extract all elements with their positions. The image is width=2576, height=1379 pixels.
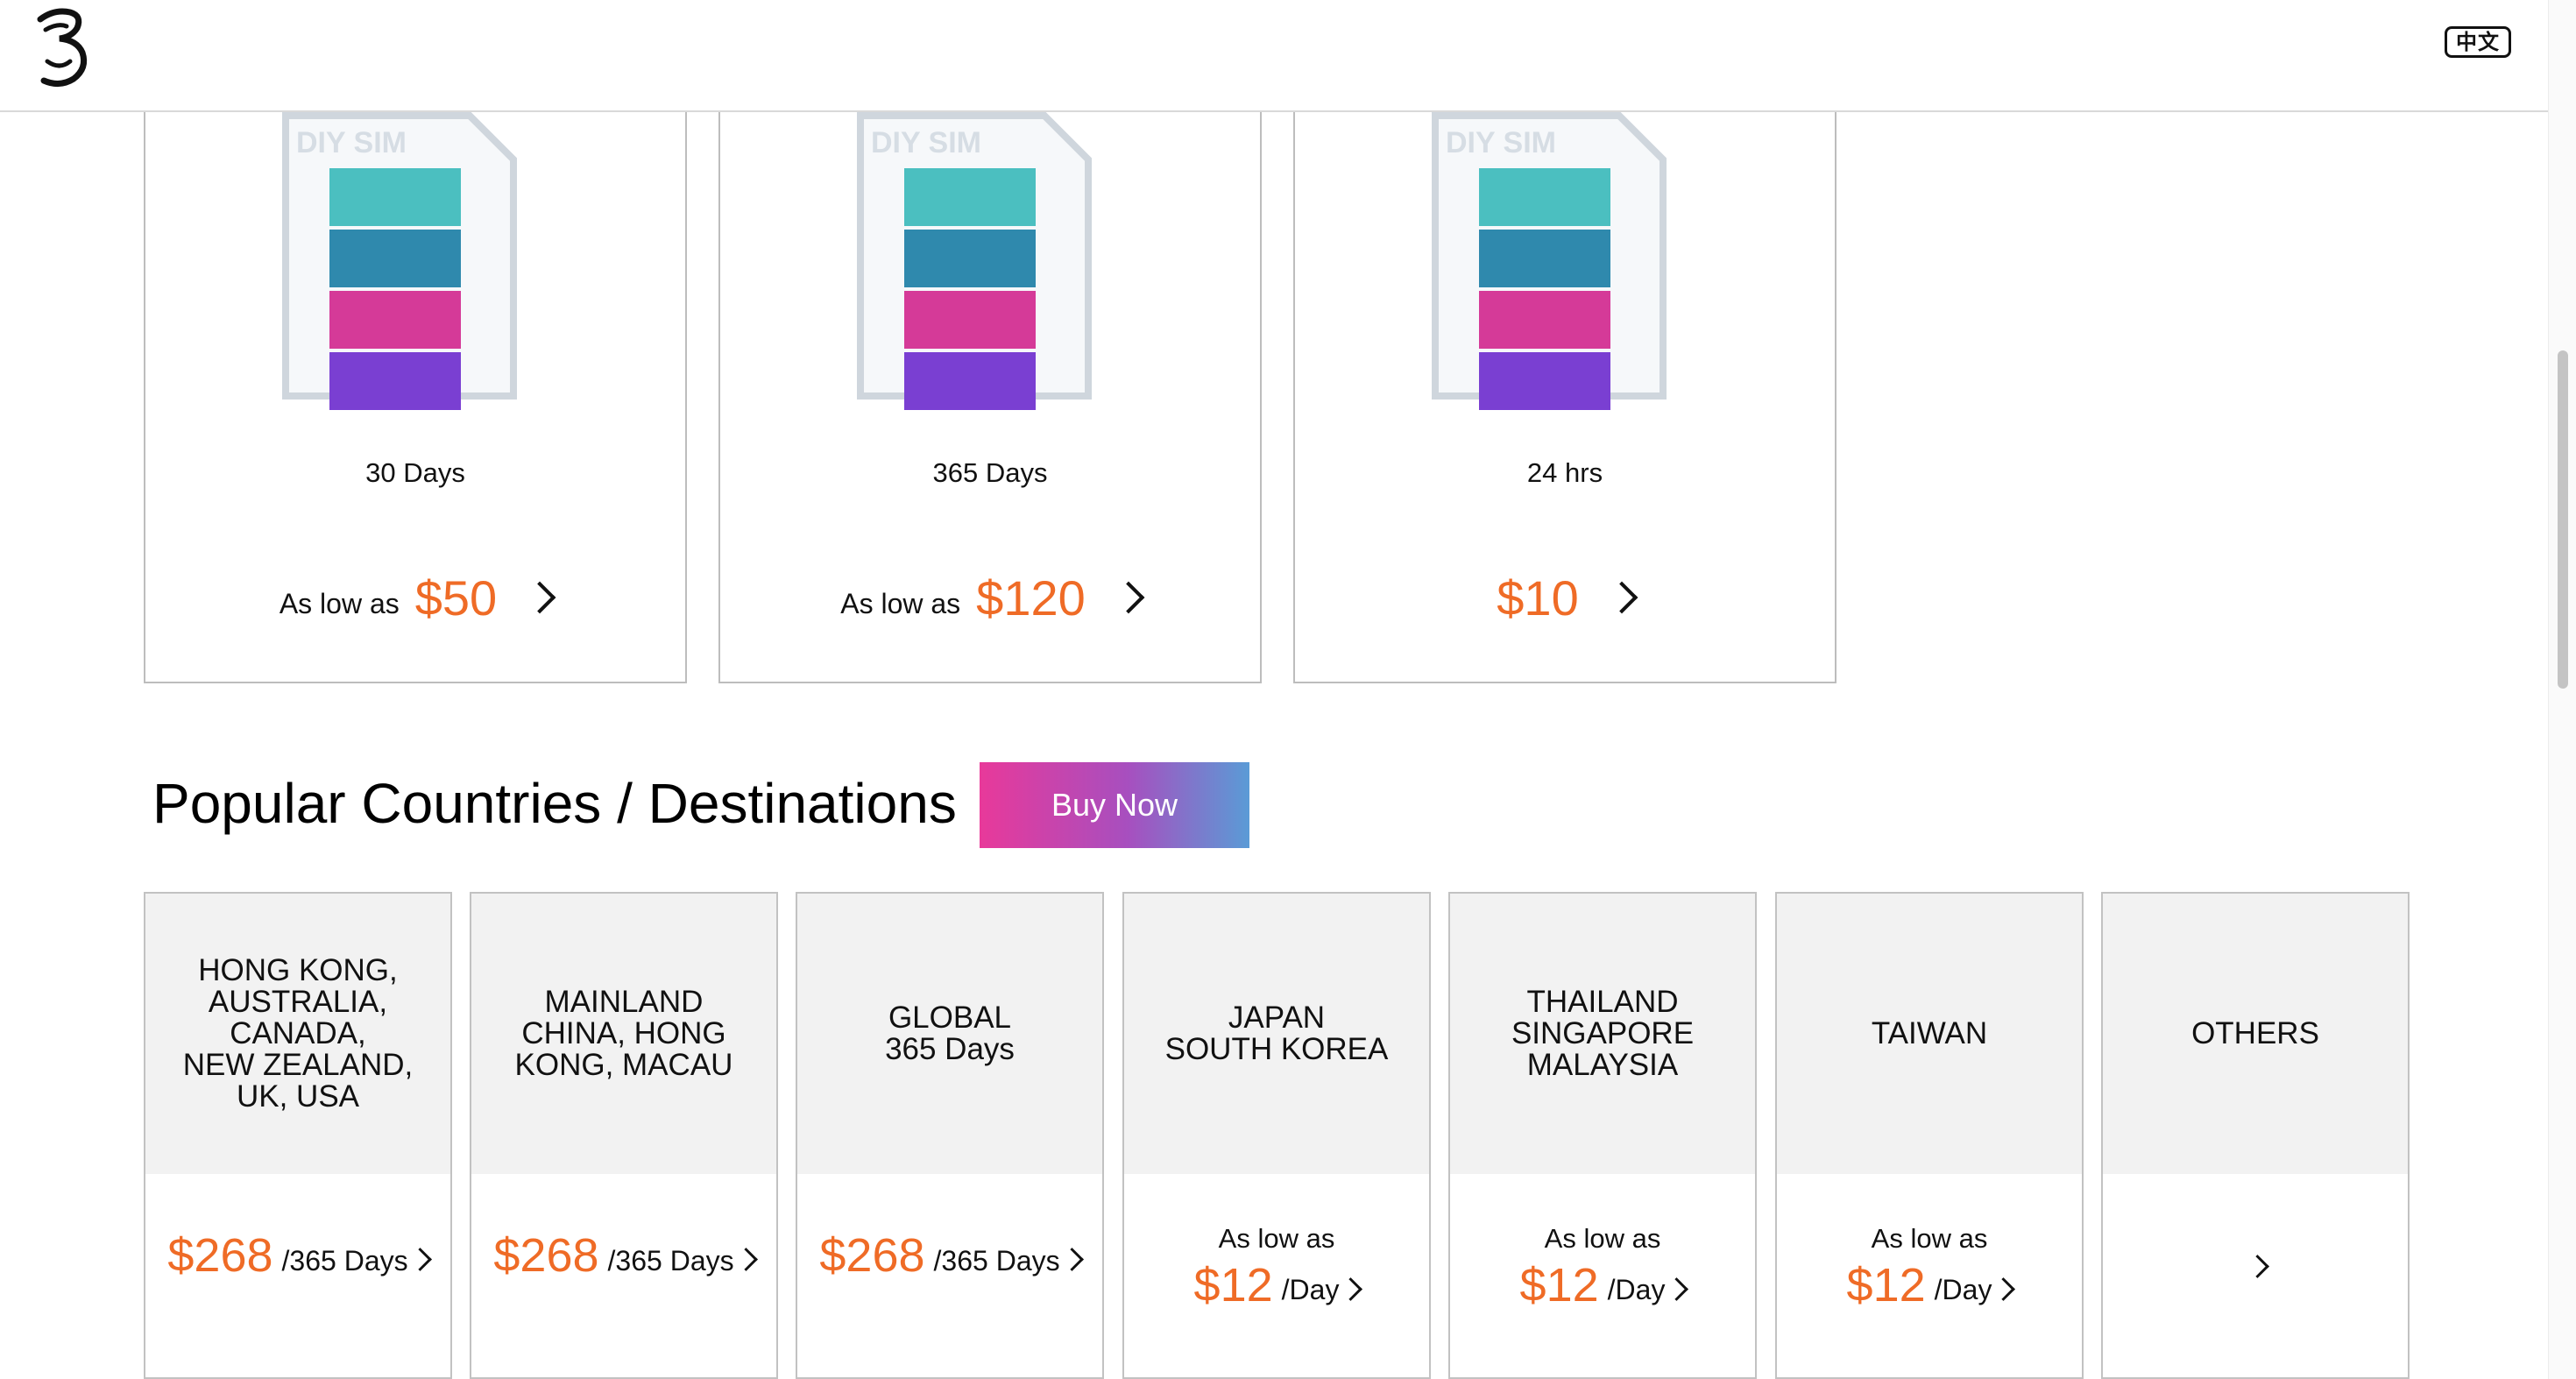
destination-price: $12	[1519, 1259, 1599, 1312]
plan-card-365-days[interactable]: DIY SIM 365 Days As low as $120	[718, 70, 1262, 683]
language-toggle-button[interactable]: 中文	[2445, 26, 2511, 58]
chevron-right-icon[interactable]	[523, 581, 556, 614]
chevron-right-icon[interactable]	[1605, 581, 1638, 614]
diy-sim-image: DIY SIM	[1432, 112, 1667, 410]
destination-name: TAIWAN	[1777, 894, 2082, 1174]
price-unit: /365 Days	[933, 1244, 1060, 1276]
destination-card-taiwan[interactable]: TAIWAN As low as $12 /Day	[1775, 892, 2084, 1379]
scrollbar-thumb[interactable]	[2558, 350, 2568, 689]
page-scrollbar[interactable]	[2548, 0, 2576, 1379]
destination-price: $12	[1193, 1259, 1273, 1312]
as-low-as-label: As low as	[1218, 1223, 1335, 1254]
chevron-right-icon[interactable]	[1992, 1276, 2016, 1301]
destination-name: THAILAND SINGAPORE MALAYSIA	[1450, 894, 1755, 1174]
plan-duration: 30 Days	[365, 457, 465, 488]
destination-name: MAINLAND CHINA, HONG KONG, MACAU	[471, 894, 776, 1174]
svg-text:DIY SIM: DIY SIM	[296, 126, 407, 159]
destination-name: OTHERS	[2103, 894, 2408, 1174]
plan-card-30-days[interactable]: DIY SIM 30 Days As low as $50	[144, 70, 687, 683]
chevron-right-icon[interactable]	[1665, 1276, 1689, 1301]
destination-price-row[interactable]: $268 /365 Days	[471, 1228, 776, 1283]
plan-card-24-hrs[interactable]: DIY SIM 24 hrs $10	[1293, 70, 1836, 683]
destination-card-others[interactable]: OTHERS	[2101, 892, 2410, 1379]
site-header: 中文	[0, 0, 2548, 112]
destination-price: $12	[1846, 1259, 1926, 1312]
plan-duration: 24 hrs	[1526, 457, 1603, 488]
destination-price-row[interactable]: $268 /365 Days	[797, 1228, 1102, 1283]
chevron-right-icon[interactable]	[2245, 1255, 2269, 1278]
destination-price: $268	[167, 1229, 273, 1282]
as-low-as-label: As low as	[279, 587, 400, 619]
destination-price-row[interactable]: As low as $12 /Day	[1450, 1223, 1755, 1312]
destination-card-thailand-singapore-malaysia[interactable]: THAILAND SINGAPORE MALAYSIA As low as $1…	[1448, 892, 1757, 1379]
price-unit: /Day	[1934, 1273, 1992, 1305]
chevron-right-icon[interactable]	[733, 1247, 758, 1271]
as-low-as-label: As low as	[1544, 1223, 1661, 1254]
chevron-right-icon[interactable]	[1339, 1276, 1363, 1301]
diy-sim-image: DIY SIM	[857, 112, 1092, 410]
destination-price-row[interactable]: $268 /365 Days	[145, 1228, 450, 1283]
price-unit: /365 Days	[281, 1244, 408, 1276]
plan-price: $120	[976, 569, 1086, 626]
destination-price-row[interactable]: As low as $12 /Day	[1777, 1223, 2082, 1312]
svg-text:DIY SIM: DIY SIM	[871, 126, 981, 159]
chevron-right-icon[interactable]	[407, 1247, 432, 1271]
chevron-right-icon[interactable]	[1112, 581, 1145, 614]
destination-name: JAPAN SOUTH KOREA	[1124, 894, 1429, 1174]
plan-price-row[interactable]: As low as $50	[145, 562, 685, 633]
as-low-as-label: As low as	[1871, 1223, 1988, 1254]
plan-price-row[interactable]: As low as $120	[720, 562, 1260, 633]
three-logo-icon[interactable]	[28, 4, 98, 91]
destination-price: $268	[493, 1229, 599, 1282]
destination-price: $268	[819, 1229, 925, 1282]
destination-price-row[interactable]: As low as $12 /Day	[1124, 1223, 1429, 1312]
as-low-as-label: As low as	[840, 587, 961, 619]
destination-card-japan-korea[interactable]: JAPAN SOUTH KOREA As low as $12 /Day	[1122, 892, 1431, 1379]
diy-sim-image: DIY SIM	[282, 112, 517, 410]
buy-now-button[interactable]: Buy Now	[980, 762, 1249, 848]
destination-card-china-hk-macau[interactable]: MAINLAND CHINA, HONG KONG, MACAU $268 /3…	[470, 892, 778, 1379]
svg-text:DIY SIM: DIY SIM	[1446, 126, 1556, 159]
price-unit: /Day	[1607, 1273, 1666, 1305]
chevron-right-icon[interactable]	[1059, 1247, 1084, 1271]
plan-price-row[interactable]: $10	[1295, 562, 1835, 633]
plan-duration: 365 Days	[932, 457, 1048, 488]
destination-card-global[interactable]: GLOBAL 365 Days $268 /365 Days	[796, 892, 1104, 1379]
destination-name: HONG KONG, AUSTRALIA, CANADA, NEW ZEALAN…	[145, 894, 450, 1174]
destination-card-hk-au-ca-nz-uk-us[interactable]: HONG KONG, AUSTRALIA, CANADA, NEW ZEALAN…	[144, 892, 452, 1379]
price-unit: /365 Days	[607, 1244, 734, 1276]
plan-price: $50	[414, 569, 498, 626]
section-title: Popular Countries / Destinations	[152, 772, 957, 835]
destination-name: GLOBAL 365 Days	[797, 894, 1102, 1174]
plan-price: $10	[1497, 569, 1579, 626]
price-unit: /Day	[1281, 1273, 1340, 1305]
